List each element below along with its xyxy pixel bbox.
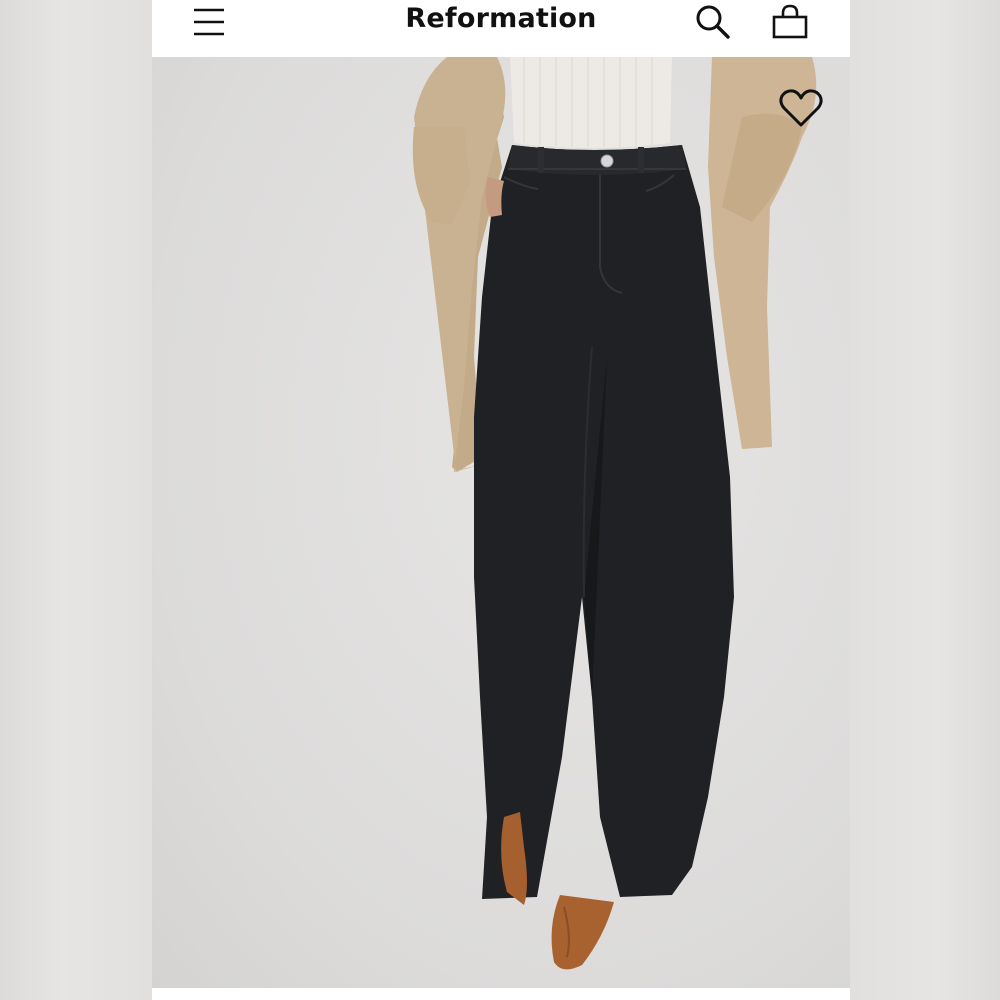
wishlist-button[interactable] [778, 87, 824, 129]
heart-outline-icon [779, 89, 823, 127]
shopping-bag-icon [772, 4, 808, 39]
app-screen: Reformation [152, 0, 850, 1000]
product-image[interactable] [152, 57, 850, 988]
left-blurred-margin [0, 0, 152, 1000]
search-button[interactable] [694, 3, 732, 41]
product-photo-jeans [412, 57, 817, 970]
top-navigation-bar: Reformation [152, 0, 850, 57]
search-icon [696, 5, 730, 39]
shopping-bag-button[interactable] [770, 3, 810, 41]
brand-logo[interactable]: Reformation [152, 3, 850, 34]
bottom-strip [152, 988, 850, 1000]
right-blurred-margin [850, 0, 1000, 1000]
